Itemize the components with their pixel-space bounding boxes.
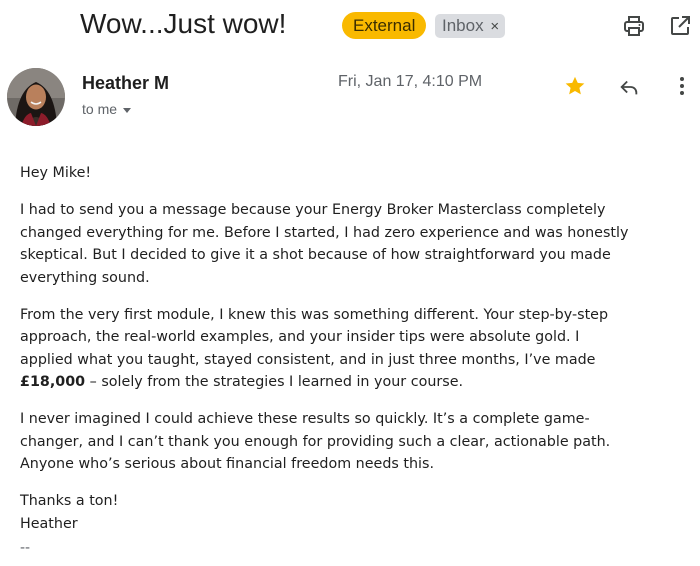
body-line: applied what you taught, stayed consiste… (20, 351, 596, 368)
more-vert-icon[interactable] (672, 75, 692, 97)
open-in-new-window-icon[interactable] (668, 14, 692, 38)
body-line-rest: – solely from the strategies I learned i… (85, 374, 464, 390)
print-icon[interactable] (622, 14, 646, 38)
avatar[interactable] (7, 68, 65, 126)
body-line: Anyone who’s serious about financial fre… (20, 456, 435, 472)
closing: Thanks a ton! Heather (20, 490, 680, 535)
paragraph-3: I never imagined I could achieve these r… (20, 408, 680, 476)
closing-line: Thanks a ton! (20, 493, 119, 509)
inbox-label-text: Inbox (442, 16, 484, 35)
email-date: Fri, Jan 17, 4:10 PM (338, 73, 483, 90)
sender-photo (7, 68, 65, 126)
reply-icon[interactable] (618, 76, 640, 98)
body-line: From the very first module, I knew this … (20, 306, 609, 323)
inbox-label[interactable]: Inbox × (435, 14, 506, 38)
body-line: I never imagined I could achieve these r… (20, 411, 590, 427)
body-line: approach, the real-world examples, and y… (20, 329, 580, 345)
body-line: changed everything for me. Before I star… (20, 224, 629, 241)
signoff-line: Heather (20, 515, 78, 532)
body-line: I had to send you a message because your… (20, 202, 606, 218)
body-line: changer, and I can’t thank you enough fo… (20, 433, 611, 450)
star-icon[interactable] (564, 75, 586, 97)
external-label: External (342, 12, 427, 39)
remove-label-icon[interactable]: × (490, 18, 499, 35)
body-line: skeptical. But I decided to give it a sh… (20, 247, 611, 263)
recipient-details[interactable]: to me (82, 101, 132, 117)
chevron-down-icon[interactable] (123, 107, 132, 113)
email-body: Hey Mike! I had to send you a message be… (20, 162, 680, 550)
body-line: everything sound. (20, 269, 150, 286)
paragraph-2: From the very first module, I knew this … (20, 304, 680, 394)
greeting: Hey Mike! (20, 165, 92, 181)
earnings-amount: £18,000 (20, 374, 86, 390)
recipient-label: to me (82, 101, 118, 117)
sender-name[interactable]: Heather M (82, 73, 169, 94)
signature-separator: -- (20, 540, 31, 556)
paragraph-1: I had to send you a message because your… (20, 199, 680, 289)
email-subject: Wow...Just wow! (80, 8, 287, 39)
body-line: £18,000 – solely from the strategies I l… (20, 371, 680, 394)
